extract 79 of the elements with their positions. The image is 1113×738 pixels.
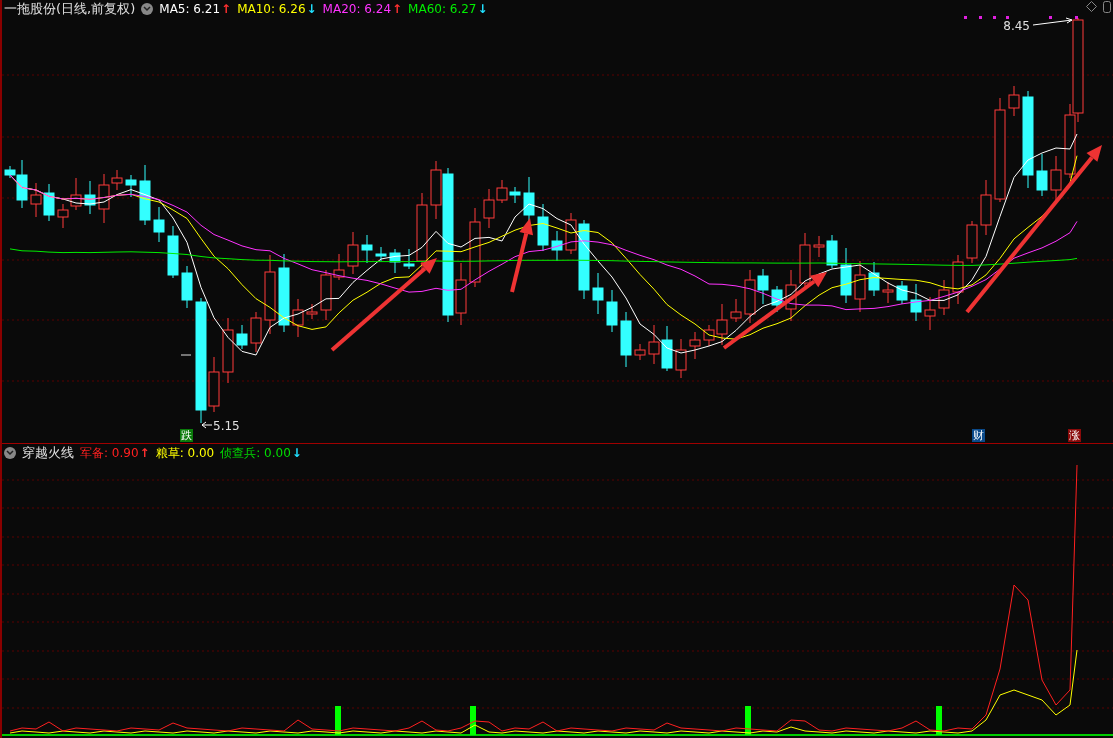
- trend-arrow: ↓: [291, 446, 302, 460]
- diamond-icon[interactable]: [1086, 1, 1097, 12]
- candlestick: [648, 324, 660, 365]
- candlestick: [509, 186, 521, 204]
- trend-arrow: ↑: [139, 446, 150, 460]
- candlestick: [606, 289, 618, 333]
- candlestick: [1008, 85, 1020, 117]
- candlestick: [924, 296, 936, 331]
- candlestick: [361, 234, 373, 264]
- candlestick: [675, 338, 687, 379]
- candlestick: [70, 177, 82, 211]
- trend-arrow: ↓: [306, 2, 317, 16]
- signal-bar: [936, 706, 942, 735]
- candlestick: [868, 261, 880, 297]
- candlestick: [854, 260, 866, 313]
- dropdown-button[interactable]: [141, 3, 154, 15]
- candlestick: [167, 225, 179, 279]
- candlestick: [689, 331, 701, 360]
- signal-bar: [470, 706, 476, 735]
- candlestick: [57, 203, 69, 229]
- candlestick: [389, 248, 401, 274]
- dropdown-button[interactable]: [4, 447, 16, 459]
- candlestick: [236, 324, 248, 350]
- candlestick: [661, 325, 673, 372]
- chart-title: 一拖股份(日线,前复权): [4, 0, 136, 18]
- indicator-value: MA60: 6.27: [408, 2, 477, 16]
- candlestick: [1036, 153, 1048, 197]
- indicator-value: MA20: 6.24: [322, 2, 392, 16]
- candlestick: [84, 180, 96, 215]
- candlestick: [222, 317, 234, 384]
- chart-title: 穿越火线: [22, 444, 74, 462]
- candlestick: [43, 183, 55, 222]
- indicator-value: MA5: 6.21: [159, 2, 221, 16]
- candlestick: [153, 206, 165, 243]
- candlestick: [799, 232, 811, 289]
- indicator-value: 军备: 0.90: [80, 444, 139, 462]
- chevron-down-icon: [6, 450, 14, 456]
- signal-badge: 涨: [1068, 429, 1081, 442]
- signal-badge: 财: [972, 429, 985, 442]
- panel-icon[interactable]: [1103, 1, 1111, 13]
- indicator-value: 侦查兵: 0.00: [220, 444, 291, 462]
- signal-bar: [745, 706, 751, 735]
- trend-arrow: ↑: [392, 2, 403, 16]
- candlestick: [292, 298, 304, 338]
- candlestick: [840, 247, 852, 304]
- chevron-down-icon: [143, 6, 152, 12]
- candlestick: [910, 283, 922, 322]
- indicator-value: MA10: 6.26: [237, 2, 306, 16]
- candlestick: [592, 272, 604, 315]
- high-price-label: 8.45: [1003, 17, 1073, 33]
- trend-arrow: ↑: [221, 2, 232, 16]
- candlestick: [1050, 155, 1062, 202]
- low-price-label: 5.15: [201, 419, 240, 433]
- candlestick: [551, 230, 563, 262]
- candlestick: [966, 220, 978, 264]
- candlestick: [181, 265, 193, 309]
- trend-arrow: ↓: [477, 2, 488, 16]
- signal-badge: 跌: [180, 429, 193, 442]
- candlestick: [30, 182, 42, 218]
- candlestick: [250, 311, 262, 353]
- candlestick: [771, 285, 783, 313]
- candlestick: [896, 280, 908, 305]
- price-tick: [180, 354, 192, 356]
- candlestick: [347, 231, 359, 275]
- candlestick: [634, 343, 646, 361]
- candlestick: [952, 254, 964, 305]
- candlestick: [882, 281, 894, 304]
- candlestick: [306, 303, 318, 320]
- candlestick: [785, 269, 797, 322]
- candlestick: [375, 246, 387, 262]
- candlestick: [730, 298, 742, 323]
- candlestick: [537, 203, 549, 252]
- candlestick: [938, 279, 950, 316]
- signal-bar: [335, 706, 341, 735]
- indicator-value: 粮草: 0.00: [155, 444, 215, 462]
- candlestick: [139, 164, 151, 226]
- candlestick: [125, 174, 137, 198]
- candlestick: [620, 311, 632, 368]
- candlestick: [980, 179, 992, 236]
